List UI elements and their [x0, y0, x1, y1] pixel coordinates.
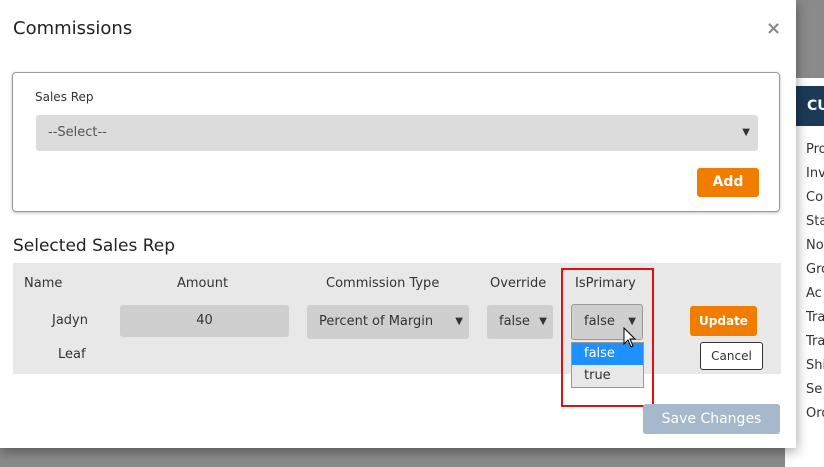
background-panel-item: Ac — [806, 286, 822, 301]
column-header-amount: Amount — [177, 276, 229, 291]
commission-type-select[interactable]: Percent of Margin ▼ — [307, 305, 469, 339]
update-button[interactable]: Update — [690, 306, 757, 336]
cancel-button[interactable]: Cancel — [700, 342, 763, 370]
rep-name-last: Leaf — [58, 347, 86, 362]
background-panel-item: Pro — [806, 142, 824, 157]
background-panel-item: Inv — [806, 166, 824, 181]
amount-input[interactable]: 40 — [120, 305, 289, 337]
selected-sales-rep-table: Name Amount Commission Type Override IsP… — [13, 263, 781, 374]
chevron-down-icon: ▼ — [537, 305, 547, 339]
background-panel-item: Gro — [806, 262, 824, 277]
chevron-down-icon: ▼ — [453, 305, 463, 339]
background-panel-list: Pro Inv Co Sta No Gro Ac Tra Tra Shi Se … — [806, 138, 824, 426]
selected-sales-rep-heading: Selected Sales Rep — [13, 236, 176, 256]
background-panel-item: Tra — [806, 334, 824, 349]
background-panel-item: No — [806, 238, 824, 253]
column-header-commission-type: Commission Type — [326, 276, 440, 291]
background-panel-item: Tra — [806, 310, 824, 325]
commissions-modal: Commissions × Sales Rep --Select-- ▼ Add… — [0, 0, 796, 448]
rep-name-first: Jadyn — [52, 313, 88, 328]
background-panel-item: Shi — [806, 358, 824, 373]
override-select[interactable]: false ▼ — [487, 305, 553, 339]
close-icon[interactable]: × — [766, 18, 781, 39]
sales-rep-card: Sales Rep --Select-- ▼ Add — [12, 72, 780, 212]
chevron-down-icon: ▼ — [742, 127, 750, 138]
column-header-name: Name — [24, 276, 63, 291]
save-changes-button[interactable]: Save Changes — [643, 404, 780, 434]
mouse-pointer-icon — [623, 327, 637, 348]
sales-rep-select-value: --Select-- — [48, 125, 107, 140]
sales-rep-select[interactable]: --Select-- ▼ — [36, 115, 758, 151]
sales-rep-label: Sales Rep — [35, 90, 94, 104]
modal-title: Commissions — [13, 18, 133, 39]
highlight-box — [561, 268, 654, 407]
background-panel-item: Co — [806, 190, 824, 205]
background-panel-item: Ord — [806, 406, 824, 421]
background-panel-item: Sta — [806, 214, 824, 229]
add-button[interactable]: Add — [697, 168, 759, 197]
override-value: false — [499, 314, 530, 329]
background-panel-item: Se — [806, 382, 823, 397]
commission-type-value: Percent of Margin — [319, 314, 434, 329]
column-header-override: Override — [490, 276, 547, 291]
